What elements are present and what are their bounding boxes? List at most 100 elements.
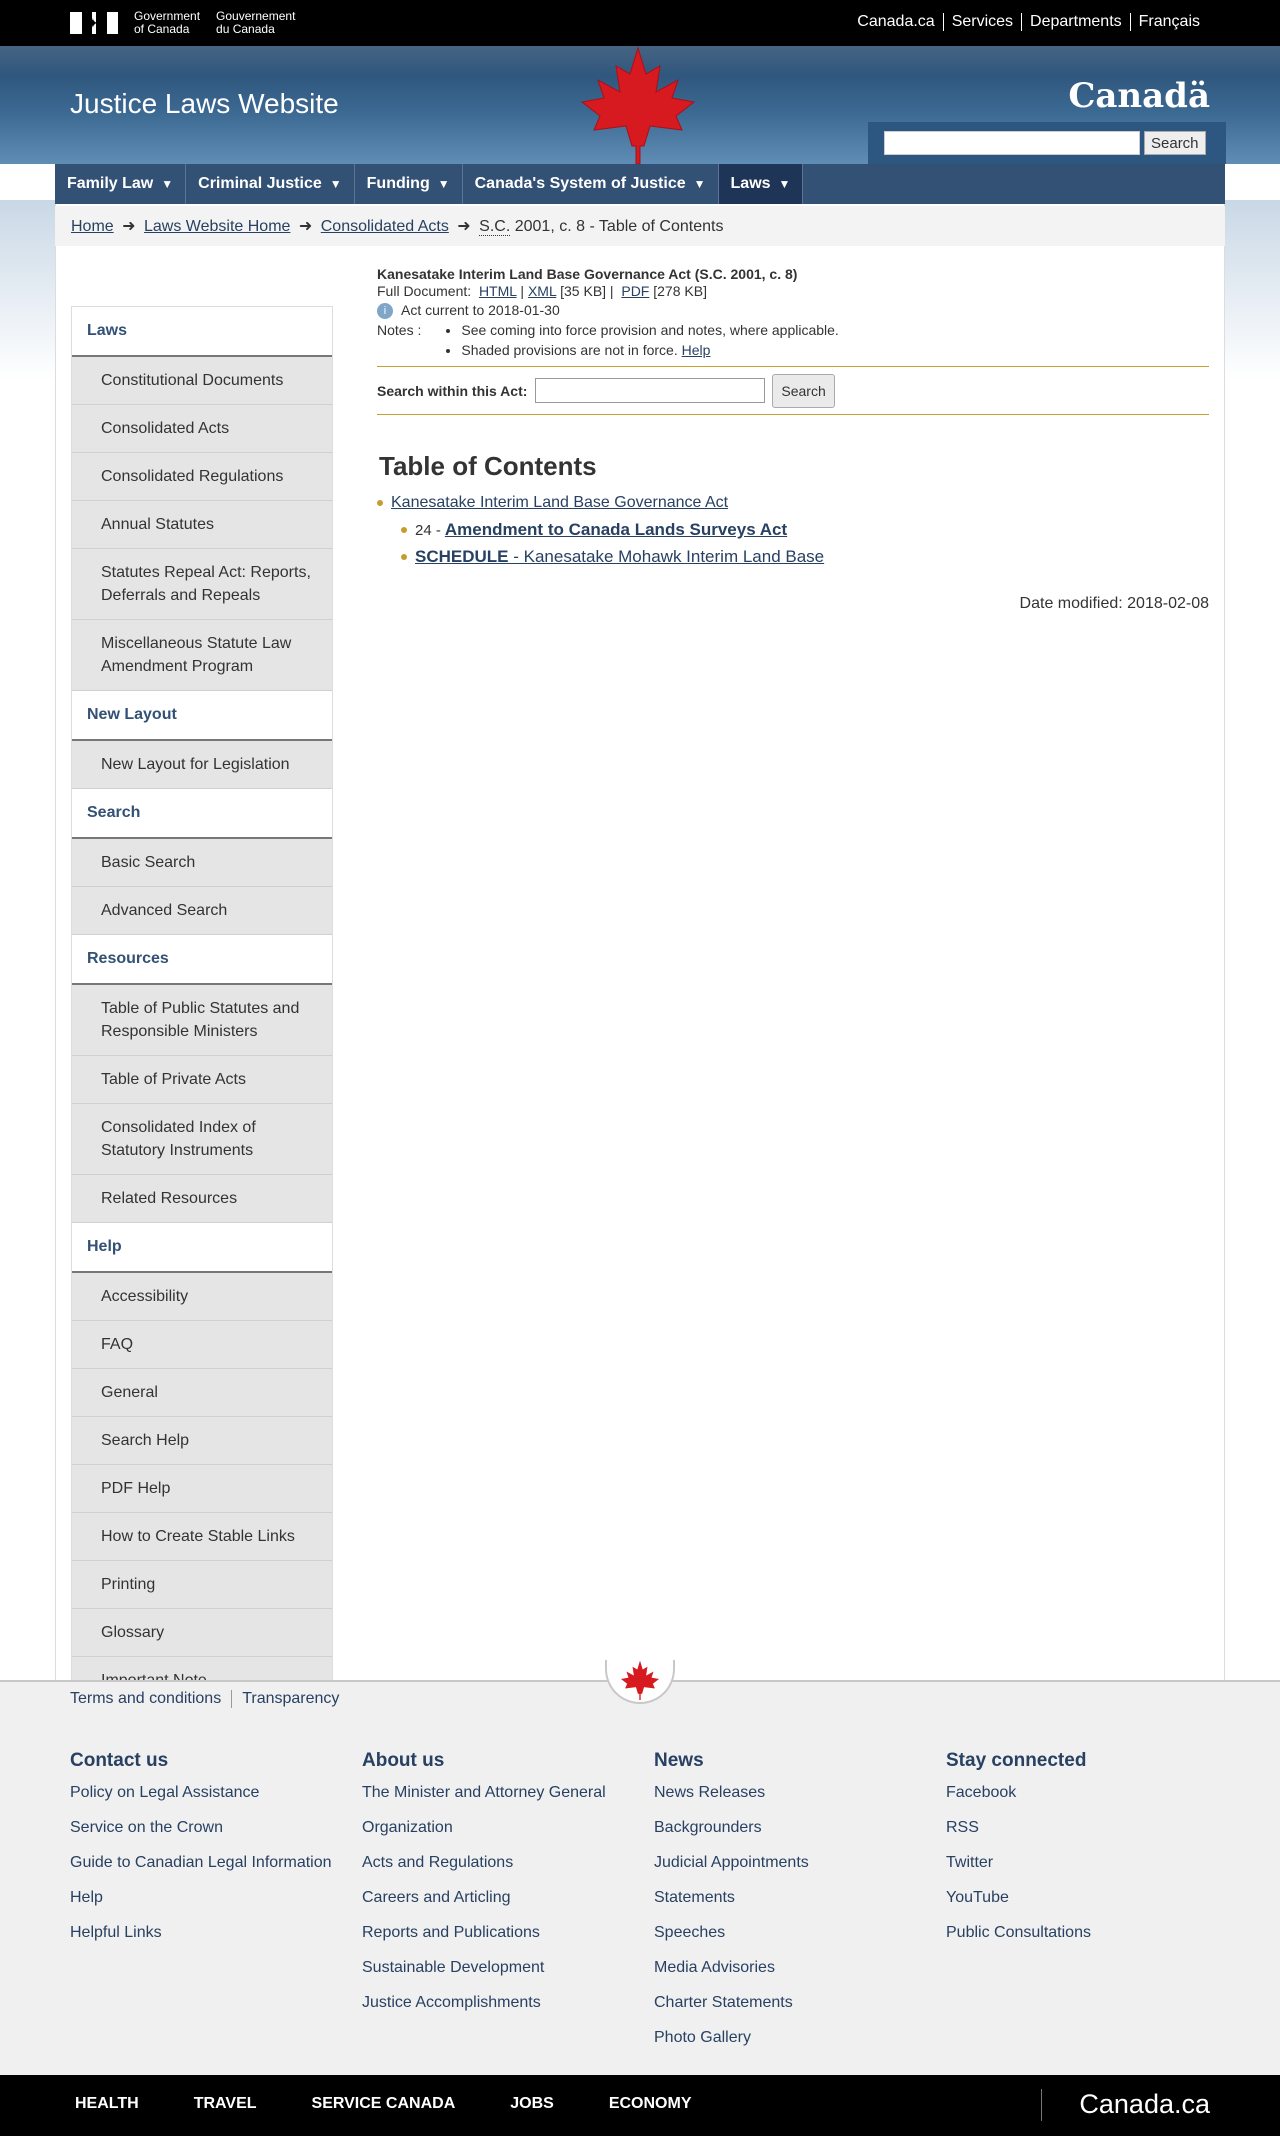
footer-link[interactable]: Helpful Links [70, 1922, 362, 1957]
notes: Notes : See coming into force provision … [377, 320, 1209, 360]
breadcrumb-consolidated-acts[interactable]: Consolidated Acts [321, 218, 449, 235]
menu-system-of-justice[interactable]: Canada's System of Justice ▼ [463, 164, 719, 204]
footer-link[interactable]: Policy on Legal Assistance [70, 1782, 362, 1817]
sidebar-item[interactable]: Accessibility [72, 1273, 332, 1321]
sidebar-item[interactable]: Related Resources [72, 1175, 332, 1223]
government-signature[interactable]: ✦ Government of Canada Gouvernement du C… [70, 10, 295, 36]
footer-link[interactable]: Reports and Publications [362, 1922, 654, 1957]
footer-link[interactable]: Facebook [946, 1782, 1238, 1817]
sidebar-item[interactable]: Miscellaneous Statute Law Amendment Prog… [72, 620, 332, 691]
footer-link[interactable]: Service on the Crown [70, 1817, 362, 1852]
footer-link[interactable]: The Minister and Attorney General [362, 1782, 654, 1817]
footer-link[interactable]: Twitter [946, 1852, 1238, 1887]
search-within-act: Search within this Act: Search [377, 366, 1209, 415]
theme-travel[interactable]: TRAVEL [194, 2095, 257, 2113]
sidebar-item[interactable]: PDF Help [72, 1465, 332, 1513]
xml-link[interactable]: XML [528, 283, 556, 299]
footer-link[interactable]: Judicial Appointments [654, 1852, 946, 1887]
bullet-icon [401, 554, 407, 560]
sidebar-item[interactable]: Table of Public Statutes and Responsible… [72, 985, 332, 1056]
sidebar-item[interactable]: Basic Search [72, 839, 332, 887]
sidebar-item[interactable]: FAQ [72, 1321, 332, 1369]
footer-link[interactable]: Photo Gallery [654, 2027, 946, 2062]
help-link[interactable]: Help [682, 342, 711, 358]
sidebar-item[interactable]: Consolidated Index of Statutory Instrume… [72, 1104, 332, 1175]
footer-column: News News Releases Backgrounders Judicial A… [654, 1750, 946, 2062]
site-search: Search [868, 122, 1226, 164]
footer-link[interactable]: Help [70, 1887, 362, 1922]
sidebar-item[interactable]: Glossary [72, 1609, 332, 1657]
sidebar-item[interactable]: Constitutional Documents [72, 357, 332, 405]
full-doc-label: Full Document: [377, 283, 472, 299]
footer-link[interactable]: Speeches [654, 1922, 946, 1957]
date-modified: Date modified: 2018-02-08 [1019, 595, 1209, 612]
sidebar-item[interactable]: Consolidated Acts [72, 405, 332, 453]
toc-item: SCHEDULE - Kanesatake Mohawk Interim Lan… [401, 547, 1209, 567]
footer-link[interactable]: Careers and Articling [362, 1887, 654, 1922]
sidebar-item[interactable]: Printing [72, 1561, 332, 1609]
menu-label: Canada's System of Justice [474, 175, 686, 192]
footer-link[interactable]: News Releases [654, 1782, 946, 1817]
footer-link[interactable]: YouTube [946, 1887, 1238, 1922]
breadcrumb-home[interactable]: Home [71, 218, 114, 235]
footer-link[interactable]: Media Advisories [654, 1957, 946, 1992]
toc-schedule-link[interactable]: SCHEDULE - Kanesatake Mohawk Interim Lan… [415, 547, 824, 566]
link-departments[interactable]: Departments [1021, 13, 1130, 31]
main-content: Kanesatake Interim Land Base Governance … [377, 266, 1209, 613]
toc-item: 24 - Amendment to Canada Lands Surveys A… [401, 520, 1209, 540]
sidebar-item[interactable]: Consolidated Regulations [72, 453, 332, 501]
chevron-down-icon: ▼ [329, 177, 342, 191]
theme-health[interactable]: HEALTH [75, 2095, 139, 2113]
link-services[interactable]: Services [942, 13, 1021, 31]
toc-root-link[interactable]: Kanesatake Interim Land Base Governance … [391, 494, 728, 512]
site-title[interactable]: Justice Laws Website [70, 88, 339, 120]
toc-amendment-link[interactable]: Amendment to Canada Lands Surveys Act [445, 520, 787, 540]
pdf-link[interactable]: PDF [621, 283, 649, 299]
breadcrumb: Home ➜ Laws Website Home ➜ Consolidated … [55, 206, 1225, 246]
divider [1041, 2089, 1042, 2121]
menu-funding[interactable]: Funding ▼ [355, 164, 463, 204]
menu-criminal-justice[interactable]: Criminal Justice ▼ [186, 164, 355, 204]
canada-ca-brand[interactable]: Canada.ca [1079, 2089, 1210, 2120]
terms-link[interactable]: Terms and conditions [70, 1690, 231, 1708]
sidebar-item[interactable]: Advanced Search [72, 887, 332, 935]
footer-link[interactable]: Backgrounders [654, 1817, 946, 1852]
sidebar-item[interactable]: Annual Statutes [72, 501, 332, 549]
search-act-input[interactable] [535, 378, 766, 403]
html-link[interactable]: HTML [479, 283, 517, 299]
breadcrumb-laws-home[interactable]: Laws Website Home [144, 218, 290, 235]
site-footer: Terms and conditions Transparency Contac… [0, 1660, 1280, 2075]
site-search-button[interactable]: Search [1144, 131, 1206, 155]
search-act-button[interactable]: Search [772, 373, 835, 408]
footer-link[interactable]: Justice Accomplishments [362, 1992, 654, 2027]
footer-link[interactable]: RSS [946, 1817, 1238, 1852]
arrow-right-icon: ➜ [298, 218, 313, 235]
theme-jobs[interactable]: JOBS [510, 2095, 554, 2113]
arrow-right-icon: ➜ [457, 218, 471, 235]
site-banner: Justice Laws Website Canadä Search [0, 46, 1280, 164]
footer-link[interactable]: Guide to Canadian Legal Information [70, 1852, 362, 1887]
link-canada-ca[interactable]: Canada.ca [849, 13, 942, 31]
notes-list: See coming into force provision and note… [461, 320, 838, 360]
footer-link[interactable]: Sustainable Development [362, 1957, 654, 1992]
menu-laws[interactable]: Laws ▼ [718, 164, 804, 204]
site-search-input[interactable] [884, 131, 1140, 155]
maple-leaf-icon [621, 1660, 659, 1700]
footer-link[interactable]: Public Consultations [946, 1922, 1238, 1957]
sidebar-item[interactable]: General [72, 1369, 332, 1417]
sidebar-item[interactable]: Table of Private Acts [72, 1056, 332, 1104]
transparency-link[interactable]: Transparency [231, 1690, 349, 1708]
menu-family-law[interactable]: Family Law ▼ [55, 164, 187, 204]
footer-link[interactable]: Acts and Regulations [362, 1852, 654, 1887]
theme-economy[interactable]: ECONOMY [609, 2095, 692, 2113]
footer-link[interactable]: Organization [362, 1817, 654, 1852]
sidebar-item[interactable]: New Layout for Legislation [72, 741, 332, 789]
sidebar-item[interactable]: Statutes Repeal Act: Reports, Deferrals … [72, 549, 332, 620]
schedule-label: SCHEDULE [415, 547, 509, 566]
link-francais[interactable]: Français [1129, 13, 1208, 31]
footer-link[interactable]: Charter Statements [654, 1992, 946, 2027]
footer-link[interactable]: Statements [654, 1887, 946, 1922]
sidebar-item[interactable]: How to Create Stable Links [72, 1513, 332, 1561]
sidebar-item[interactable]: Search Help [72, 1417, 332, 1465]
theme-service-canada[interactable]: SERVICE CANADA [312, 2095, 456, 2113]
